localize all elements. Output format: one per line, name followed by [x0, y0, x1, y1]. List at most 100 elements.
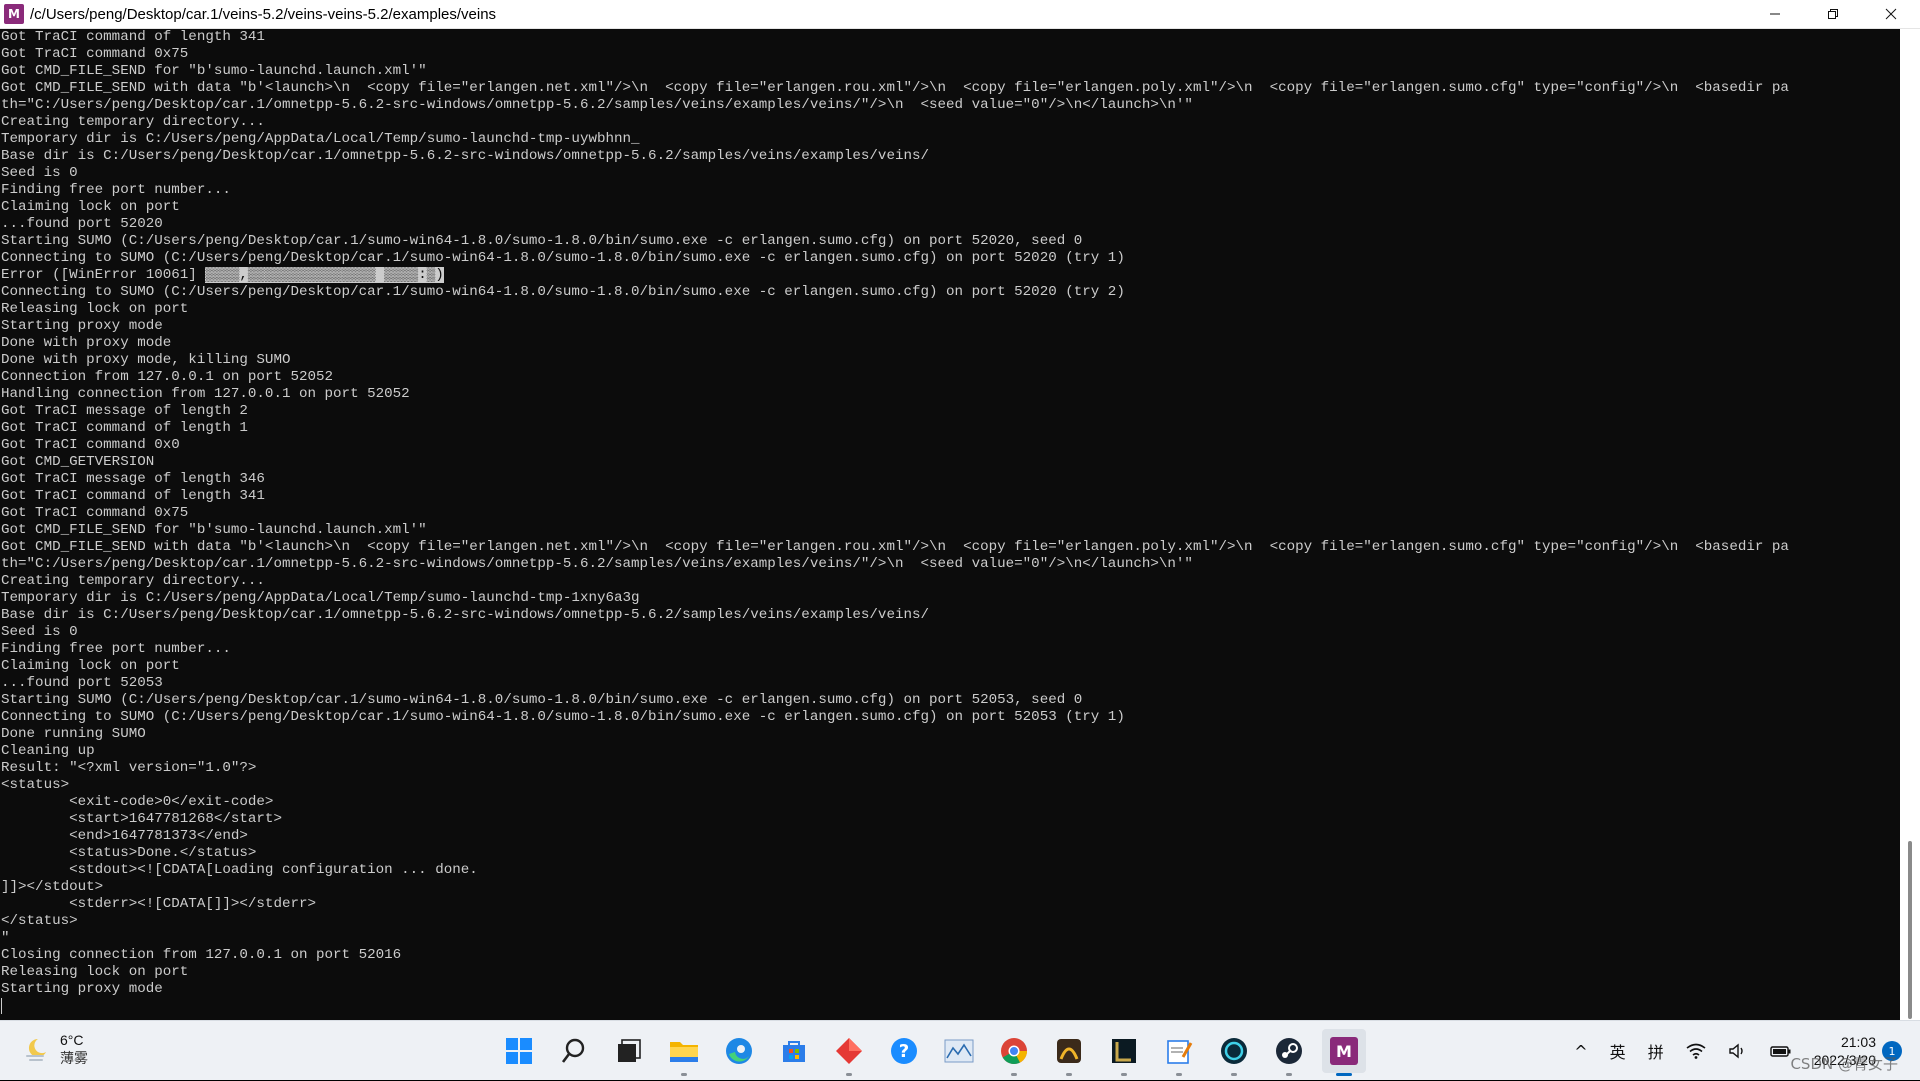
terminal-line: Error ([WinError 10061] ▒▒▒▒,▒▒▒▒▒▒▒▒▒▒▒…: [1, 267, 1900, 284]
running-indicator: [1066, 1073, 1072, 1076]
minimize-icon: [1770, 13, 1780, 15]
minimize-button[interactable]: [1746, 0, 1804, 29]
window-titlebar[interactable]: M /c/Users/peng/Desktop/car.1/veins-5.2/…: [0, 0, 1920, 29]
terminal-line-text: Creating temporary directory...: [1, 114, 265, 130]
svg-text:?: ?: [899, 1041, 909, 1062]
terminal-line-text: Done running SUMO: [1, 726, 146, 742]
terminal-line: Got TraCI command of length 341: [1, 488, 1900, 505]
close-button[interactable]: [1862, 0, 1920, 29]
terminal-line: th="C:/Users/peng/Desktop/car.1/omnetpp-…: [1, 97, 1900, 114]
terminal-line: Done running SUMO: [1, 726, 1900, 743]
garbled-error-text: ▒▒▒▒,▒▒▒▒▒▒▒▒▒▒▒▒▒▒▒ ▒▒▒▒:▒): [205, 267, 444, 283]
terminal-line: Starting SUMO (C:/Users/peng/Desktop/car…: [1, 233, 1900, 250]
help-icon: ?: [891, 1038, 917, 1064]
terminal-line: Creating temporary directory...: [1, 573, 1900, 590]
taskbar-edge[interactable]: [717, 1029, 761, 1073]
taskbar-notepad[interactable]: [1157, 1029, 1201, 1076]
terminal-line-text: Finding free port number...: [1, 182, 231, 198]
terminal-line-text: Releasing lock on port: [1, 301, 189, 317]
terminal-line-text: Got TraCI command of length 1: [1, 420, 248, 436]
terminal-line-text: Got TraCI command of length 341: [1, 29, 265, 45]
active-indicator: [1336, 1073, 1352, 1076]
taskbar-league-of-legends[interactable]: [1102, 1029, 1146, 1076]
restore-button[interactable]: [1804, 0, 1862, 29]
terminal-line-text: ]]></stdout>: [1, 879, 104, 895]
terminal-line: Starting proxy mode: [1, 318, 1900, 335]
terminal-line: Got CMD_FILE_SEND for "b'sumo-launchd.la…: [1, 63, 1900, 80]
battery-charging-icon[interactable]: [1770, 1043, 1792, 1059]
volume-icon[interactable]: [1728, 1043, 1748, 1059]
terminal-line: Starting proxy mode: [1, 981, 1900, 998]
terminal-scrollbar[interactable]: [1900, 29, 1920, 1020]
taskbar-red-diamond[interactable]: [827, 1029, 871, 1076]
taskbar-msys2[interactable]: M: [1322, 1029, 1366, 1076]
terminal-line-text: ": [1, 930, 10, 946]
running-indicator: [1286, 1073, 1292, 1076]
terminal-line: <stdout><![CDATA[Loading configuration .…: [1, 862, 1900, 879]
task-view-button[interactable]: [607, 1029, 651, 1073]
terminal-line-text: Seed is 0: [1, 165, 78, 181]
terminal-line: Connection from 127.0.0.1 on port 52052: [1, 369, 1900, 386]
terminal-line-text: Got CMD_FILE_SEND with data "b'<launch>\…: [1, 539, 1789, 555]
terminal-line: <stderr><![CDATA[]]></stderr>: [1, 896, 1900, 913]
terminal-line-text: <status>: [1, 777, 70, 793]
terminal-line-text: Got CMD_GETVERSION: [1, 454, 155, 470]
taskbar-chart-app[interactable]: [937, 1029, 981, 1073]
terminal-line-text: Result: "<?xml version="1.0"?>: [1, 760, 257, 776]
start-icon: [506, 1038, 532, 1064]
scrollbar-thumb[interactable]: [1908, 841, 1912, 1019]
terminal-lines: Got TraCI command of length 341 Got TraCI…: [0, 29, 1900, 1015]
terminal-line: Finding free port number...: [1, 641, 1900, 658]
terminal-line-text: <end>1647781373</end>: [1, 828, 248, 844]
terminal-line-text: Got TraCI command 0x0: [1, 437, 180, 453]
terminal-line: Got TraCI command of length 341: [1, 29, 1900, 46]
taskbar-store[interactable]: [772, 1029, 816, 1073]
terminal-line-text: <stderr><![CDATA[]]></stderr>: [1, 896, 317, 912]
wifi-icon[interactable]: [1686, 1043, 1706, 1059]
terminal-line: Got TraCI command 0x75: [1, 46, 1900, 63]
msys2-app-icon: M: [4, 4, 24, 24]
terminal-output[interactable]: Got TraCI command of length 341 Got TraCI…: [0, 29, 1900, 1020]
terminal-line-text: Connection from 127.0.0.1 on port 52052: [1, 369, 334, 385]
terminal-line-text: th="C:/Users/peng/Desktop/car.1/omnetpp-…: [1, 556, 1193, 572]
search-button[interactable]: [552, 1029, 596, 1073]
terminal-line-text: Temporary dir is C:/Users/peng/AppData/L…: [1, 131, 640, 147]
terminal-line: Closing connection from 127.0.0.1 on por…: [1, 947, 1900, 964]
terminal-line: Done with proxy mode: [1, 335, 1900, 352]
taskbar-help[interactable]: ?: [882, 1029, 926, 1073]
ime-language-indicator[interactable]: 英: [1610, 1039, 1626, 1063]
taskbar-circle-app[interactable]: [1212, 1029, 1256, 1076]
show-hidden-icons-chevron[interactable]: ^: [1574, 1042, 1587, 1061]
terminal-line-text: Finding free port number...: [1, 641, 231, 657]
taskbar-file-explorer[interactable]: [662, 1029, 706, 1076]
terminal-line: Got TraCI command 0x75: [1, 505, 1900, 522]
circle-app-icon: [1221, 1038, 1247, 1064]
edge-browser-icon: [726, 1038, 752, 1064]
terminal-line: Connecting to SUMO (C:/Users/peng/Deskto…: [1, 250, 1900, 267]
msys2-terminal-icon: M: [1330, 1037, 1358, 1065]
terminal-line: Done with proxy mode, killing SUMO: [1, 352, 1900, 369]
league-of-legends-icon: [1112, 1039, 1136, 1063]
terminal-line: ...found port 52020: [1, 216, 1900, 233]
terminal-line: [1, 998, 1900, 1015]
taskbar: 6°C 薄雾 ? M ^ 英 拼 21:03 2022/3/20 1 CSDN …: [0, 1020, 1920, 1080]
taskbar-game-app[interactable]: [1047, 1029, 1091, 1076]
terminal-line: ]]></stdout>: [1, 879, 1900, 896]
terminal-line-text: Connecting to SUMO (C:/Users/peng/Deskto…: [1, 250, 1125, 266]
start-button[interactable]: [497, 1029, 541, 1073]
terminal-line-text: ...found port 52053: [1, 675, 163, 691]
red-diamond-app-icon: [836, 1038, 862, 1064]
terminal-line: <status>Done.</status>: [1, 845, 1900, 862]
running-indicator: [681, 1073, 687, 1076]
taskbar-chrome[interactable]: [992, 1029, 1036, 1076]
terminal-line: Temporary dir is C:/Users/peng/AppData/L…: [1, 131, 1900, 148]
terminal-line-text: Done with proxy mode, killing SUMO: [1, 352, 291, 368]
terminal-line-text: Starting proxy mode: [1, 318, 163, 334]
ime-mode-indicator[interactable]: 拼: [1648, 1039, 1664, 1063]
taskbar-steam[interactable]: [1267, 1029, 1311, 1076]
watermark-text: CSDN @青女子: [1790, 1055, 1898, 1073]
weather-widget[interactable]: 6°C 薄雾: [22, 1031, 88, 1067]
steam-icon: [1276, 1038, 1302, 1064]
terminal-line-text: Claiming lock on port: [1, 658, 180, 674]
terminal-line-text: Got TraCI command 0x75: [1, 46, 189, 62]
